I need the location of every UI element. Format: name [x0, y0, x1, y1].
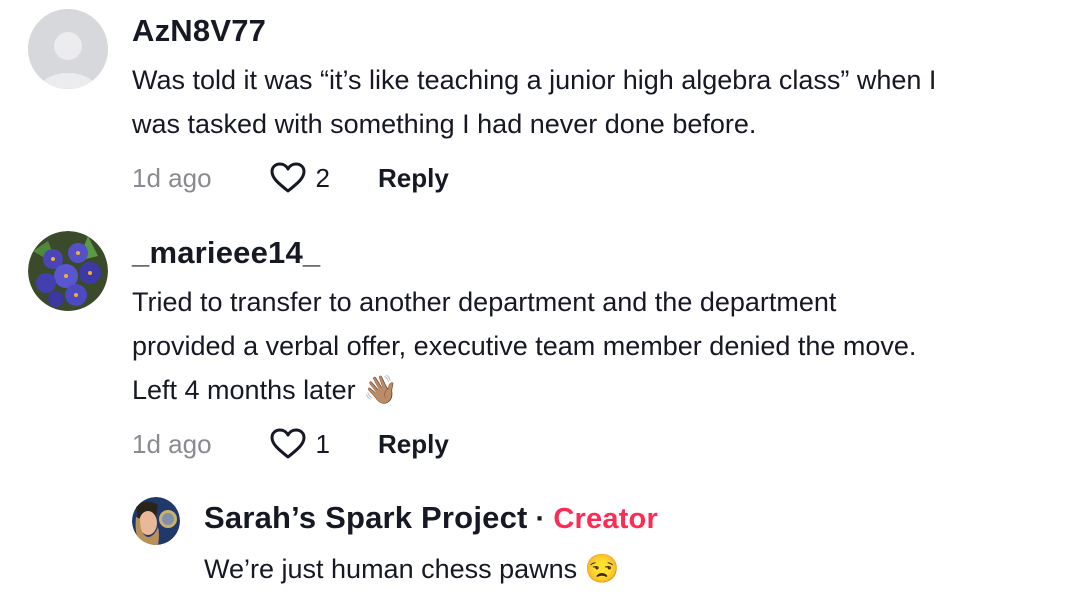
username[interactable]: _marieee14_	[132, 235, 320, 271]
reply-header: Sarah’s Spark Project · Creator	[204, 500, 658, 536]
heart-icon	[270, 428, 306, 459]
avatar[interactable]	[28, 9, 108, 89]
reply-button[interactable]: Reply	[378, 163, 449, 194]
separator-dot: ·	[535, 503, 546, 535]
comment-actions: 1d ago 1 Reply	[132, 428, 449, 460]
waving-hand-emoji: 👋🏽	[363, 374, 399, 405]
comment-text-line: Tried to transfer to another department …	[132, 287, 837, 317]
reply-button[interactable]: Reply	[378, 429, 449, 460]
timestamp: 1d ago	[132, 162, 212, 193]
comment-text-line: Was told it was “it’s like teaching a ju…	[132, 65, 937, 95]
reply-text: We’re just human chess pawns 😒	[204, 547, 620, 591]
like-button[interactable]: 1	[270, 428, 330, 460]
heart-icon	[270, 162, 306, 193]
comment-text-line: Left 4 months later	[132, 375, 356, 405]
username[interactable]: AzN8V77	[132, 13, 266, 49]
default-user-icon	[28, 9, 108, 89]
creator-badge: Creator	[553, 503, 658, 535]
creator-avatar-image	[132, 497, 180, 545]
reply-text-content: We’re just human chess pawns	[204, 554, 578, 584]
timestamp: 1d ago	[132, 428, 212, 459]
comment-text-line-with-emoji: Left 4 months later 👋🏽	[132, 368, 398, 412]
creator-username[interactable]: Sarah’s Spark Project	[204, 500, 528, 536]
comment-actions: 1d ago 2 Reply	[132, 162, 449, 194]
comment-text-line: was tasked with something I had never do…	[132, 109, 757, 139]
like-button[interactable]: 2	[270, 162, 330, 194]
like-count: 1	[315, 428, 330, 459]
avatar[interactable]	[28, 231, 108, 311]
unamused-face-emoji: 😒	[584, 553, 620, 584]
like-count: 2	[315, 162, 330, 193]
creator-avatar[interactable]	[132, 497, 180, 545]
comment-text-line: provided a verbal offer, executive team …	[132, 331, 917, 361]
flowers-avatar-image	[28, 231, 108, 311]
